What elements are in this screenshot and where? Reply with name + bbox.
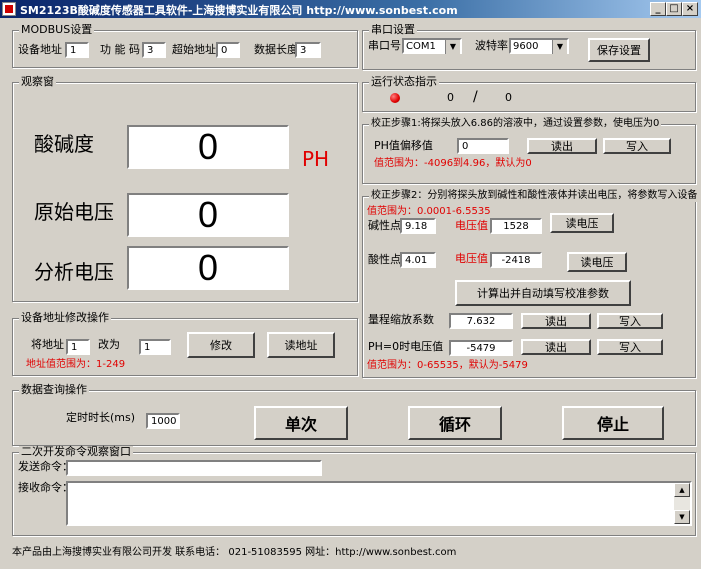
data-length-input[interactable]: 3: [295, 42, 321, 58]
receive-command-textarea[interactable]: ▲ ▼: [66, 481, 692, 526]
from-address-label: 将地址: [31, 338, 64, 351]
modbus-settings-title: MODBUS设置: [19, 23, 95, 36]
receive-command-label: 接收命令：: [18, 481, 73, 494]
start-address-input[interactable]: 0: [216, 42, 240, 58]
serial-settings-title: 串口设置: [369, 23, 417, 36]
ph-zero-range-note: 值范围为：0-65535，默认为-5479: [367, 360, 528, 371]
close-icon[interactable]: ×: [682, 2, 698, 16]
ph-offset-read-button[interactable]: 读出: [527, 138, 597, 154]
ph-zero-read-button[interactable]: 读出: [521, 339, 591, 355]
analysis-voltage-display: 0: [127, 246, 289, 290]
single-query-button[interactable]: 单次: [254, 406, 348, 440]
scroll-down-icon[interactable]: ▼: [674, 510, 690, 524]
scale-factor-label: 量程缩放系数: [368, 313, 434, 326]
minimize-icon[interactable]: _: [650, 2, 666, 16]
analysis-voltage-label: 分析电压: [34, 260, 114, 284]
ph-display: 0: [127, 125, 289, 169]
ph-offset-label: PH值偏移值: [374, 139, 433, 152]
acid-voltage-label: 电压值: [455, 252, 488, 265]
save-settings-button[interactable]: 保存设置: [588, 38, 650, 62]
raw-voltage-label: 原始电压: [34, 200, 114, 224]
ph-offset-input[interactable]: 0: [457, 138, 509, 154]
start-address-label: 超始地址: [172, 43, 216, 56]
port-value: COM1: [406, 41, 436, 52]
alkaline-read-voltage-button[interactable]: 读电压: [550, 213, 614, 233]
ph-zero-write-button[interactable]: 写入: [597, 339, 663, 355]
status-count-sent: 0: [447, 91, 454, 104]
status-title: 运行状态指示: [369, 75, 439, 88]
address-modify-title: 设备地址修改操作: [19, 311, 111, 324]
device-address-label: 设备地址: [18, 43, 62, 56]
ph-zero-voltage-label: PH=0时电压值: [368, 340, 444, 353]
status-led-icon: [390, 93, 400, 103]
calculate-calibration-button[interactable]: 计算出并自动填写校准参数: [455, 280, 631, 306]
status-separator: /: [473, 89, 478, 105]
status-group: 运行状态指示: [362, 76, 696, 112]
ph-zero-voltage-input[interactable]: -5479: [449, 340, 513, 356]
app-icon: [2, 2, 16, 16]
acid-voltage-input[interactable]: -2418: [490, 252, 542, 268]
chevron-down-icon[interactable]: ▼: [552, 40, 567, 54]
timer-label: 定时时长(ms): [66, 411, 136, 424]
ph-label: 酸碱度: [34, 132, 94, 156]
status-count-received: 0: [505, 91, 512, 104]
footer-text: 本产品由上海搜博实业有限公司开发 联系电话： 021-51083595 网址：h…: [12, 547, 457, 558]
stop-query-button[interactable]: 停止: [562, 406, 664, 440]
calibration-step2-title: 校正步骤2：分别将探头放到碱性和酸性液体并读出电压，将参数写入设备: [369, 190, 700, 202]
alkaline-point-label: 碱性点: [368, 219, 401, 232]
chevron-down-icon[interactable]: ▼: [445, 40, 460, 54]
window-title: SM2123B酸碱度传感器工具软件-上海搜博实业有限公司 http://www.…: [20, 4, 458, 17]
scale-factor-input[interactable]: 7.632: [449, 313, 513, 329]
query-title: 数据查询操作: [19, 383, 89, 396]
address-range-note: 地址值范围为：1-249: [26, 359, 126, 370]
acid-point-input[interactable]: 4.01: [400, 252, 436, 268]
function-code-input[interactable]: 3: [142, 42, 166, 58]
loop-query-button[interactable]: 循环: [408, 406, 502, 440]
calibration-step1-group: 校正步骤1:将探头放入6.86的溶液中，通过设置参数，使电压为0: [362, 118, 696, 184]
scale-factor-read-button[interactable]: 读出: [521, 313, 591, 329]
alkaline-point-input[interactable]: 9.18: [400, 218, 436, 234]
read-address-button[interactable]: 读地址: [267, 332, 335, 358]
baud-label: 波特率: [475, 39, 508, 52]
observe-title: 观察窗: [19, 75, 56, 88]
send-command-input[interactable]: [66, 460, 322, 476]
to-address-input[interactable]: 1: [139, 339, 171, 355]
port-select[interactable]: COM1 ▼: [402, 38, 462, 54]
dev-command-title: 二次开发命令观察窗口: [19, 445, 133, 458]
raw-voltage-display: 0: [127, 193, 289, 237]
ph-offset-range-note: 值范围为：-4096到4.96，默认为0: [374, 158, 532, 169]
vertical-scrollbar[interactable]: ▲ ▼: [674, 483, 690, 524]
alkaline-voltage-input[interactable]: 1528: [490, 218, 542, 234]
timer-input[interactable]: 1000: [146, 413, 180, 429]
data-length-label: 数据长度: [254, 43, 298, 56]
calibration-range-note: 值范围为：0.0001-6.5535: [367, 206, 491, 217]
modify-address-button[interactable]: 修改: [187, 332, 255, 358]
baud-select[interactable]: 9600 ▼: [509, 38, 569, 54]
port-label: 串口号: [368, 39, 401, 52]
from-address-input[interactable]: 1: [66, 339, 90, 355]
alkaline-voltage-label: 电压值: [455, 219, 488, 232]
scale-factor-write-button[interactable]: 写入: [597, 313, 663, 329]
scroll-up-icon[interactable]: ▲: [674, 483, 690, 497]
send-command-label: 发送命令：: [18, 460, 73, 473]
ph-unit: PH: [302, 147, 330, 171]
calibration-step1-title: 校正步骤1:将探头放入6.86的溶液中，通过设置参数，使电压为0: [369, 118, 662, 130]
function-code-label: 功 能 码: [100, 43, 140, 56]
ph-offset-write-button[interactable]: 写入: [603, 138, 671, 154]
baud-value: 9600: [513, 41, 539, 52]
to-address-label: 改为: [98, 338, 120, 351]
acid-read-voltage-button[interactable]: 读电压: [567, 252, 627, 272]
acid-point-label: 酸性点: [368, 253, 401, 266]
maximize-icon[interactable]: □: [666, 2, 682, 16]
device-address-input[interactable]: 1: [65, 42, 89, 58]
